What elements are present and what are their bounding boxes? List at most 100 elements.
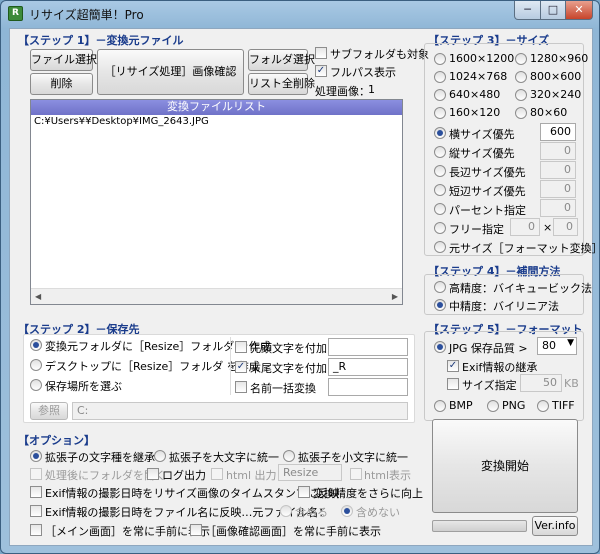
folder-select-button[interactable]: フォルダ選択: [248, 49, 315, 71]
prefix-checkbox[interactable]: [235, 341, 247, 353]
percent-label: パーセント指定: [449, 204, 526, 217]
html-folder-input[interactable]: Resize: [278, 464, 342, 481]
bilinear-label: 中精度：バイリニア法: [449, 300, 559, 313]
rename-label: 名前一括変換: [250, 382, 316, 395]
client-area: 【ステップ 1】－変換元ファイル ファイル選択 削除 ［リサイズ処理］画像確認 …: [9, 28, 600, 546]
original-size-radio[interactable]: [434, 241, 446, 253]
free-width-input[interactable]: 0: [510, 218, 540, 236]
version-info-button[interactable]: Ver.info: [532, 516, 578, 536]
dropdown-arrow-icon[interactable]: ▼: [567, 338, 574, 348]
bmp-radio[interactable]: [434, 400, 446, 412]
exclude-radio[interactable]: [341, 505, 353, 517]
size-unit-label: KB: [564, 377, 579, 390]
list-clear-button[interactable]: リスト全削除: [248, 73, 315, 95]
height-priority-radio[interactable]: [434, 146, 446, 158]
rename-input[interactable]: [328, 378, 408, 396]
subfolder-checkbox[interactable]: [315, 47, 327, 59]
quality-select[interactable]: 80 ▼: [537, 337, 577, 355]
open-folder-checkbox[interactable]: [30, 468, 42, 480]
free-times-label: ×: [543, 221, 553, 234]
width-priority-radio[interactable]: [434, 127, 446, 139]
processed-label: 処理画像：: [315, 85, 370, 98]
short-side-radio[interactable]: [434, 184, 446, 196]
long-side-input[interactable]: 0: [540, 161, 576, 179]
size-spec-checkbox[interactable]: [447, 378, 459, 390]
ext-upper-radio[interactable]: [154, 450, 166, 462]
include-radio[interactable]: [280, 505, 292, 517]
exif-filename-checkbox[interactable]: [30, 505, 42, 517]
width-input[interactable]: 600: [540, 123, 576, 141]
file-list-item[interactable]: C:¥Users¥¥Desktop¥IMG_2643.JPG: [34, 116, 209, 127]
app-window: R リサイズ超簡単！Pro ─ □ ✕ 【ステップ 1】－変換元ファイル ファイ…: [0, 0, 600, 554]
ext-lower-label: 拡張子を小文字に統一: [298, 451, 408, 464]
log-output-checkbox[interactable]: [147, 468, 159, 480]
html-output-label: html 出力: [226, 469, 277, 482]
size-preset-label: 1280×960: [530, 52, 589, 65]
html-display-label: html表示: [364, 469, 412, 482]
size-preset-label: 1600×1200: [449, 52, 515, 65]
size-preset-radio[interactable]: [434, 71, 446, 83]
exclude-label: 含めない: [356, 506, 400, 519]
file-list[interactable]: 変換ファイルリスト C:¥Users¥¥Desktop¥IMG_2643.JPG…: [30, 99, 403, 305]
size-preset-radio[interactable]: [515, 107, 527, 119]
start-conversion-button[interactable]: 変換開始: [432, 419, 578, 513]
progress-bar: [432, 520, 527, 532]
png-label: PNG: [502, 399, 526, 412]
prefix-label: 先頭文字を付加: [250, 342, 327, 355]
html-output-checkbox[interactable]: [211, 468, 223, 480]
minimize-button[interactable]: ─: [514, 1, 541, 20]
size-spec-input[interactable]: 50: [520, 374, 562, 392]
short-side-input[interactable]: 0: [540, 180, 576, 198]
long-side-radio[interactable]: [434, 165, 446, 177]
save-choose-radio[interactable]: [30, 379, 42, 391]
suffix-checkbox[interactable]: ✓: [235, 361, 247, 373]
percent-radio[interactable]: [434, 203, 446, 215]
horizontal-scrollbar[interactable]: ◀ ▶: [31, 288, 402, 304]
size-preset-radio[interactable]: [434, 53, 446, 65]
exif-keep-checkbox[interactable]: ✓: [447, 360, 459, 372]
height-input[interactable]: 0: [540, 142, 576, 160]
browse-button[interactable]: 参照: [30, 402, 68, 420]
ext-lower-radio[interactable]: [283, 450, 295, 462]
save-source-radio[interactable]: [30, 339, 42, 351]
scroll-left-icon[interactable]: ◀: [35, 292, 41, 301]
jpg-quality-label: JPG 保存品質 >: [449, 342, 528, 355]
rename-checkbox[interactable]: [235, 381, 247, 393]
step1-heading: 【ステップ 1】－変換元ファイル: [18, 34, 184, 47]
ext-keep-radio[interactable]: [30, 450, 42, 462]
bilinear-radio[interactable]: [434, 299, 446, 311]
suffix-input[interactable]: _R: [328, 358, 408, 376]
precision-up-checkbox[interactable]: [298, 486, 310, 498]
percent-input[interactable]: 0: [540, 199, 576, 217]
scroll-right-icon[interactable]: ▶: [392, 292, 398, 301]
png-radio[interactable]: [487, 400, 499, 412]
bicubic-radio[interactable]: [434, 281, 446, 293]
main-top-label: ［メイン画面］を常に手前に表示: [45, 525, 210, 538]
html-display-checkbox[interactable]: [350, 468, 362, 480]
free-radio[interactable]: [434, 222, 446, 234]
options-heading: 【オプション】: [18, 434, 95, 447]
fullpath-checkbox[interactable]: ✓: [315, 65, 327, 77]
close-button[interactable]: ✕: [565, 1, 593, 20]
prefix-input[interactable]: [328, 338, 408, 356]
size-preset-radio[interactable]: [515, 53, 527, 65]
free-height-input[interactable]: 0: [553, 218, 578, 236]
file-select-button[interactable]: ファイル選択: [30, 49, 97, 71]
maximize-button[interactable]: □: [540, 1, 566, 20]
tiff-radio[interactable]: [537, 400, 549, 412]
size-preset-radio[interactable]: [515, 89, 527, 101]
size-preset-radio[interactable]: [515, 71, 527, 83]
jpg-radio[interactable]: [434, 341, 446, 353]
save-path-input[interactable]: C:: [72, 402, 408, 420]
size-preset-radio[interactable]: [434, 89, 446, 101]
main-top-checkbox[interactable]: [30, 524, 42, 536]
save-desktop-radio[interactable]: [30, 359, 42, 371]
preview-top-checkbox[interactable]: [190, 524, 202, 536]
processed-count: 1: [368, 83, 375, 96]
resize-confirm-button[interactable]: ［リサイズ処理］画像確認: [97, 49, 244, 95]
size-preset-radio[interactable]: [434, 107, 446, 119]
exif-timestamp-checkbox[interactable]: [30, 486, 42, 498]
delete-button[interactable]: 削除: [30, 73, 93, 95]
include-label: 含める: [295, 506, 328, 519]
fullpath-label: フルパス表示: [330, 66, 396, 79]
